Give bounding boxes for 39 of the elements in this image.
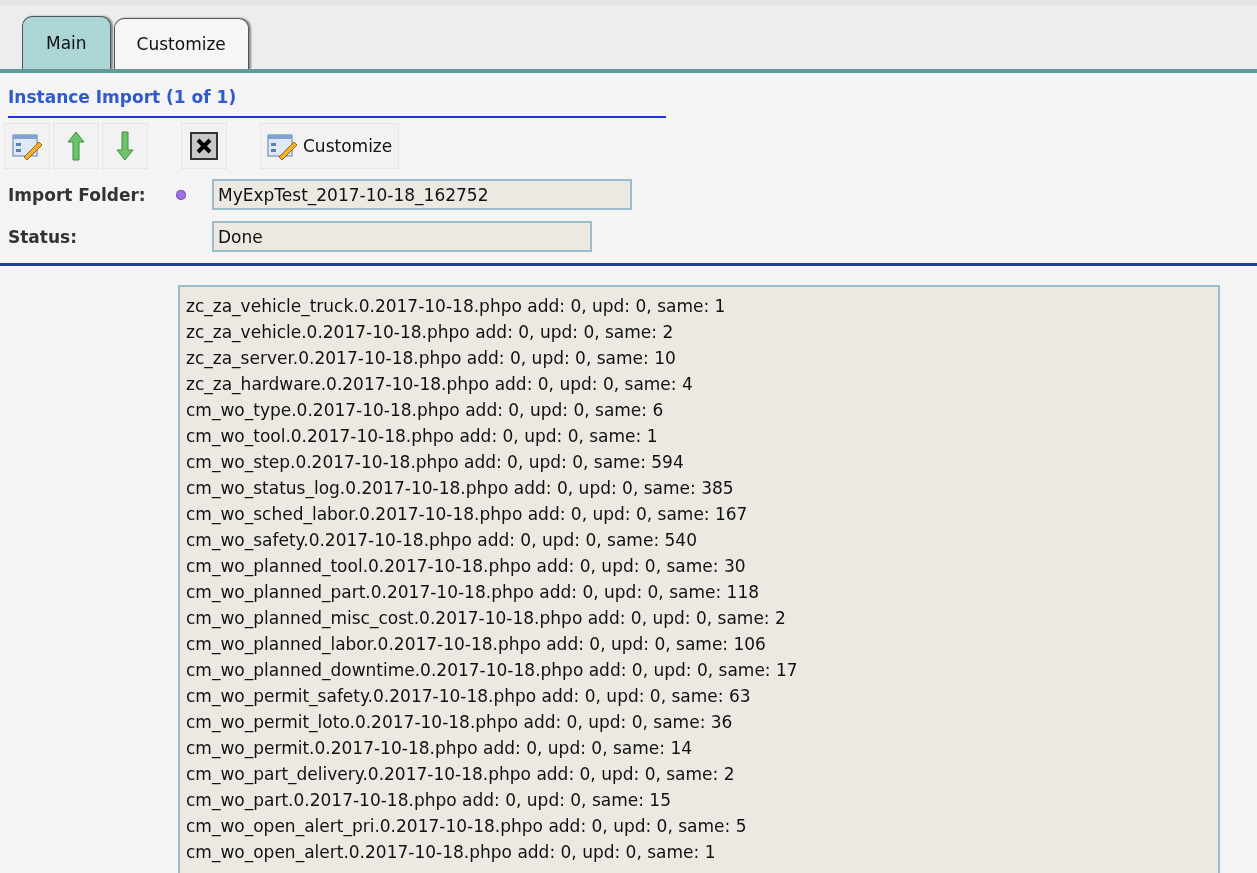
close-icon (190, 132, 218, 160)
log-line: zc_za_vehicle_truck.0.2017-10-18.phpo add: 0, upd: 0, same: 1 (186, 295, 727, 319)
log-line: cm_wo_planned_labor.0.2017-10-18.phpo add: 0, upd: 0, same: 106 (186, 633, 767, 657)
log-line: cm_wo_permit_safety.0.2017-10-18.phpo add: 0, upd: 0, same: 63 (186, 685, 752, 709)
customize-button[interactable]: Customize (260, 123, 400, 169)
down-arrow-icon (116, 131, 134, 161)
log-line: cm_wo_status_log.0.2017-10-18.phpo add: 0, upd: 0, same: 385 (186, 477, 735, 501)
form-edit-icon (267, 132, 297, 160)
move-up-button[interactable] (53, 123, 99, 169)
log-line: cm_wo_permit_loto.0.2017-10-18.phpo add: 0, upd: 0, same: 36 (186, 711, 734, 735)
log-line: zc_za_vehicle.0.2017-10-18.phpo add: 0, upd: 0, same: 2 (186, 321, 675, 345)
tab[interactable]: Main (22, 16, 111, 69)
log-line: cm_wo_part.0.2017-10-18.phpo add: 0, upd: 0, same: 15 (186, 789, 672, 813)
form-edit-icon (12, 132, 42, 160)
log-line: cm_wo_permit.0.2017-10-18.phpo add: 0, upd: 0, same: 14 (186, 737, 693, 761)
log-line: cm_wo_planned_downtime.0.2017-10-18.phpo add: 0, upd: 0, same: 17 (186, 659, 799, 683)
log-line: cm_wo_part_delivery.0.2017-10-18.phpo add: 0, upd: 0, same: 2 (186, 763, 736, 787)
log-line: cm_wo_planned_misc_cost.0.2017-10-18.phpo add: 0, upd: 0, same: 2 (186, 607, 787, 631)
edit-button[interactable] (4, 123, 50, 169)
log-line: zc_za_server.0.2017-10-18.phpo add: 0, upd: 0, same: 10 (186, 347, 677, 371)
log-line: cm_wo_planned_tool.0.2017-10-18.phpo add: 0, upd: 0, same: 30 (186, 555, 747, 579)
log-line: zc_za_hardware.0.2017-10-18.phpo add: 0, upd: 0, same: 4 (186, 373, 694, 397)
log-line: cm_wo_tool.0.2017-10-18.phpo add: 0, upd: 0, same: 1 (186, 425, 659, 449)
log-line: cm_wo_sched_labor.0.2017-10-18.phpo add: 0, upd: 0, same: 167 (186, 503, 749, 527)
tab[interactable]: Customize (113, 18, 249, 69)
section-title: Instance Import (1 of 1) (8, 87, 666, 118)
up-arrow-icon (67, 131, 85, 161)
text-field[interactable]: MyExpTest_2017-10-18_162752 (212, 179, 632, 210)
field-label: Import Folder: (8, 184, 147, 205)
log-line: cm_wo_safety.0.2017-10-18.phpo add: 0, upd: 0, same: 540 (186, 529, 698, 553)
text-field[interactable]: Done (212, 221, 592, 252)
log-line: cm_wo_open_alert.0.2017-10-18.phpo add: 0, upd: 0, same: 1 (186, 841, 717, 865)
log-line: cm_wo_step.0.2017-10-18.phpo add: 0, upd: 0, same: 594 (186, 451, 685, 475)
field-label: Status: (8, 226, 78, 247)
move-down-button[interactable] (102, 123, 148, 169)
log-line: cm_wo_type.0.2017-10-18.phpo add: 0, upd: 0, same: 6 (186, 399, 665, 423)
log-line: cm_wo_open_alert_pri.0.2017-10-18.phpo add: 0, upd: 0, same: 5 (186, 815, 748, 839)
delete-button[interactable] (181, 123, 227, 169)
log-line: cm_wo_planned_part.0.2017-10-18.phpo add: 0, upd: 0, same: 118 (186, 581, 761, 605)
